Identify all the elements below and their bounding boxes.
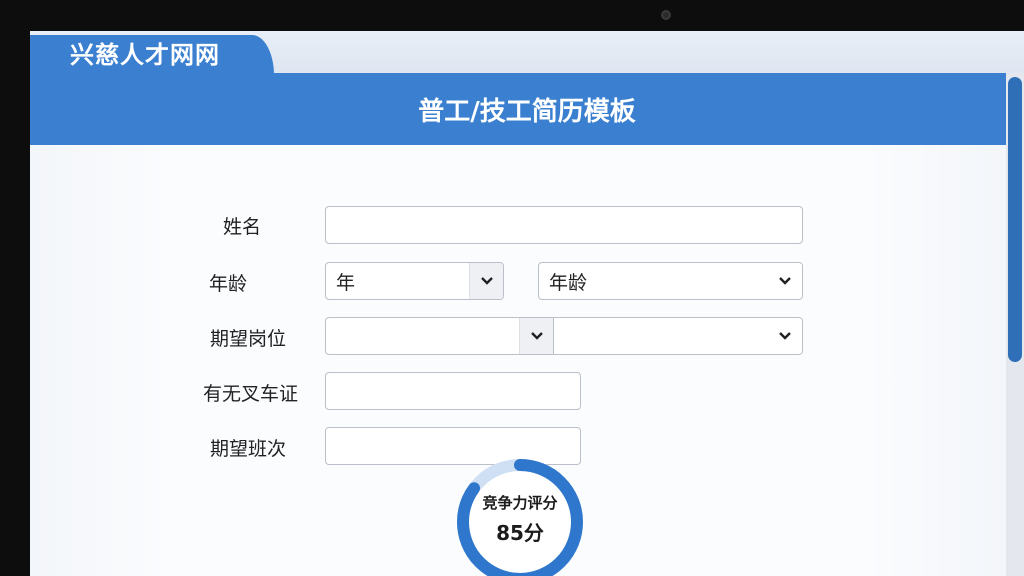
year-select[interactable]: 年 bbox=[325, 262, 504, 300]
score-display: 竞争力评分 85分 bbox=[451, 453, 589, 576]
name-label: 姓名 bbox=[222, 216, 261, 238]
position-label: 期望岗位 bbox=[209, 328, 286, 350]
device-frame: 兴慈人才网网 普工/技工简历模板 姓名 年龄 年 年龄 期望岗位 有无叉车证 期… bbox=[0, 0, 1024, 576]
site-tab[interactable]: 兴慈人才网网 bbox=[30, 35, 274, 75]
score-value: 85分 bbox=[496, 521, 544, 545]
shift-label: 期望班次 bbox=[209, 438, 286, 460]
age-label: 年龄 bbox=[208, 273, 247, 295]
name-input[interactable] bbox=[325, 206, 803, 244]
scroll-thumb[interactable] bbox=[1008, 77, 1022, 362]
chevron-down-icon bbox=[530, 332, 543, 340]
age-select[interactable]: 年龄 bbox=[538, 262, 803, 300]
year-select-value: 年 bbox=[336, 271, 356, 294]
tab-bar: 兴慈人才网网 bbox=[30, 31, 1024, 75]
camera-icon bbox=[661, 10, 671, 20]
chevron-down-icon bbox=[480, 277, 493, 285]
browser-screen: 兴慈人才网网 普工/技工简历模板 姓名 年龄 年 年龄 期望岗位 有无叉车证 期… bbox=[30, 31, 1024, 576]
age-select-arrow[interactable] bbox=[768, 263, 802, 299]
page-title-bar: 普工/技工简历模板 bbox=[30, 73, 1024, 145]
scrollbar[interactable] bbox=[1006, 73, 1024, 576]
year-select-arrow[interactable] bbox=[469, 263, 503, 299]
site-name: 兴慈人才网网 bbox=[70, 41, 220, 69]
age-select-value: 年龄 bbox=[549, 271, 588, 294]
forklift-input[interactable] bbox=[325, 372, 581, 410]
chevron-down-icon bbox=[779, 332, 791, 340]
chevron-down-icon bbox=[779, 277, 791, 285]
position-select-1[interactable] bbox=[325, 317, 553, 355]
page-title: 普工/技工简历模板 bbox=[418, 96, 636, 127]
score-label: 竞争力评分 bbox=[482, 494, 558, 512]
position-select-1-arrow[interactable] bbox=[519, 318, 553, 354]
position-select-2[interactable] bbox=[553, 317, 803, 355]
forklift-label: 有无叉车证 bbox=[202, 383, 298, 405]
position-select-2-arrow[interactable] bbox=[768, 318, 802, 354]
